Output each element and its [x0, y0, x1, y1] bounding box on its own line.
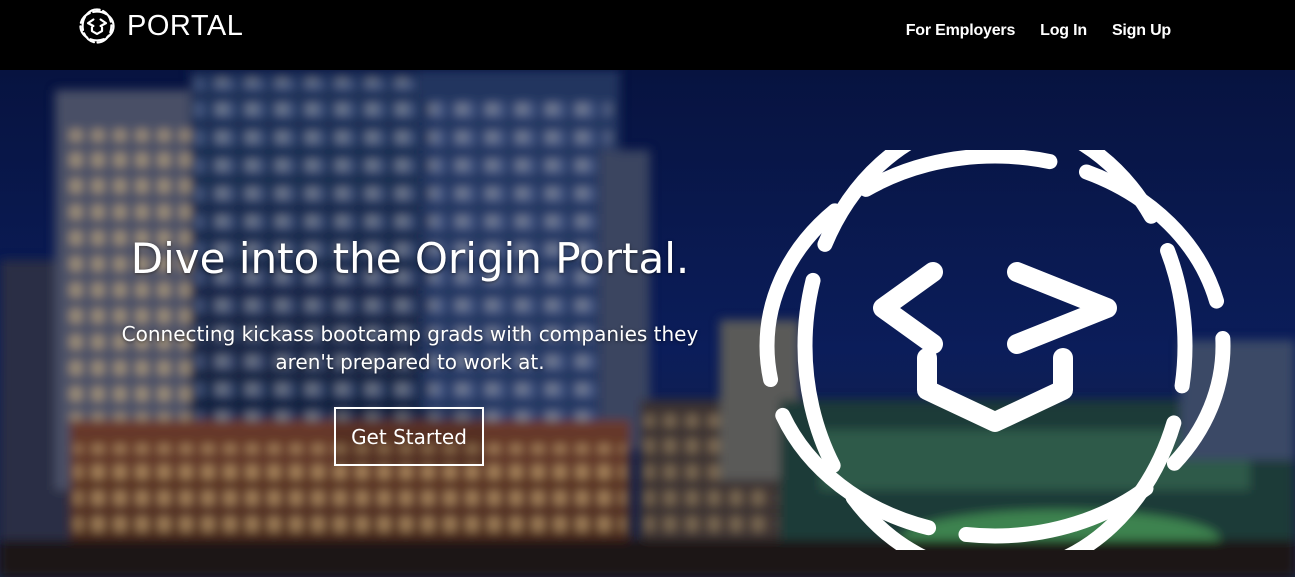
graduation-cap-code-icon	[79, 8, 115, 44]
nav-links: For Employers Log In Sign Up	[906, 22, 1171, 40]
brand-name: PORTAL	[127, 10, 244, 42]
nav-link-for-employers[interactable]: For Employers	[906, 22, 1016, 40]
hero-title: Dive into the Origin Portal.	[130, 234, 690, 283]
brand-link[interactable]: PORTAL	[79, 8, 243, 44]
nav-link-log-in[interactable]: Log In	[1040, 22, 1087, 40]
navbar: PORTAL For Employers Log In Sign Up	[0, 0, 1295, 70]
graduation-cap-code-icon	[759, 150, 1231, 550]
nav-link-sign-up[interactable]: Sign Up	[1112, 22, 1171, 40]
hero-section: Dive into the Origin Portal. Connecting …	[0, 70, 1295, 577]
hero-subtitle: Connecting kickass bootcamp grads with c…	[121, 322, 699, 374]
page: PORTAL For Employers Log In Sign Up Dive…	[0, 0, 1295, 577]
get-started-button[interactable]: Get Started	[334, 407, 484, 466]
